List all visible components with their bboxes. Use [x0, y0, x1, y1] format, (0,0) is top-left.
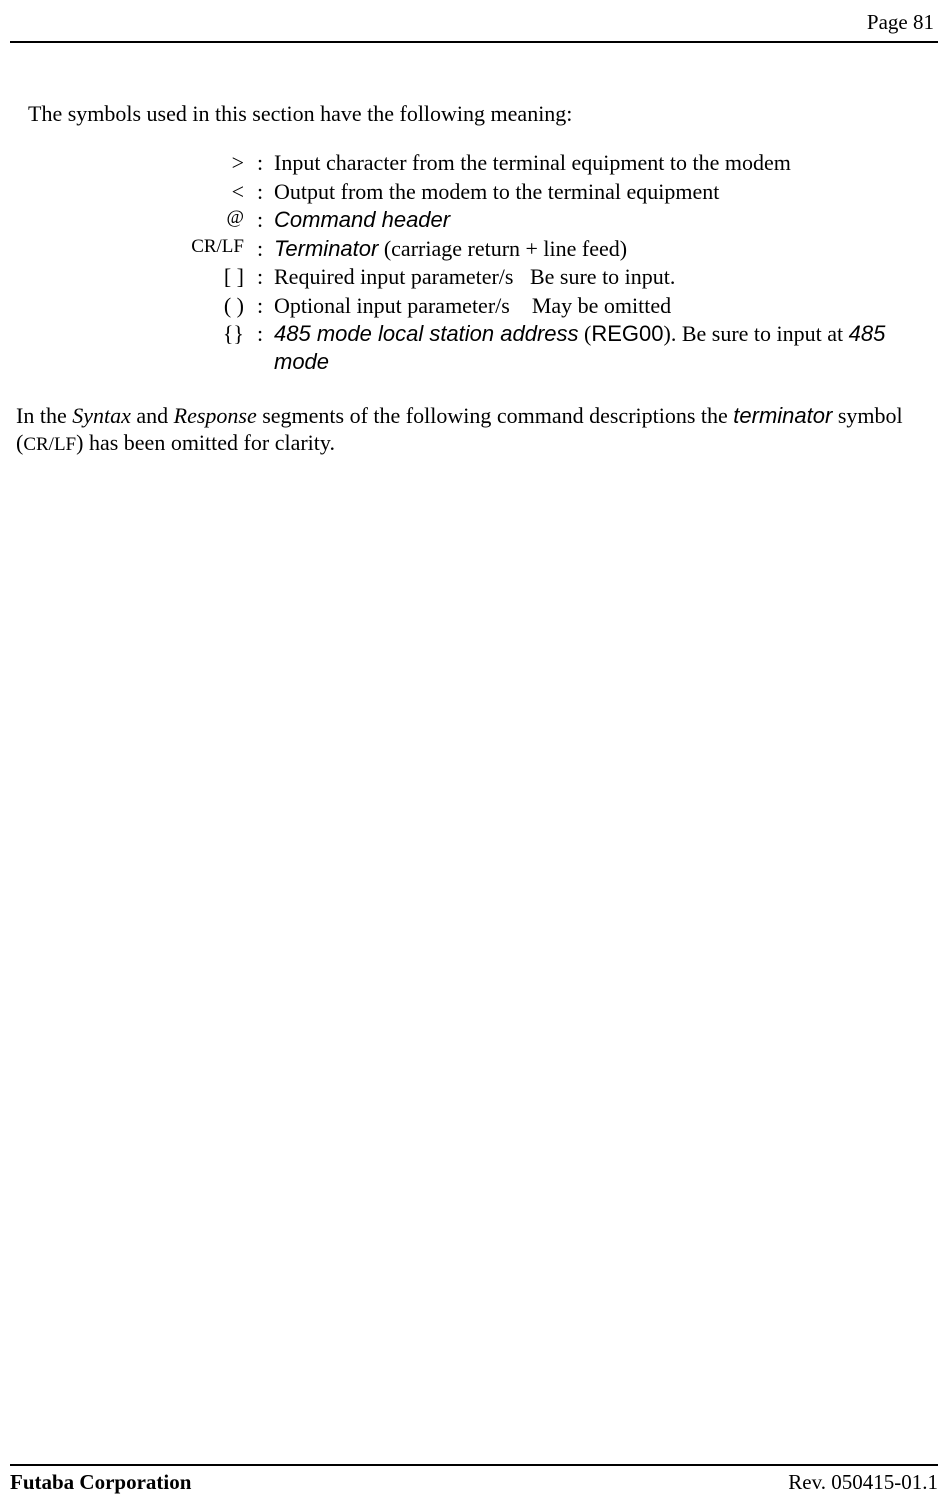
symbol-legend-table: >:Input character from the terminal equi… [180, 149, 902, 375]
description-cell: 485 mode local station address (REG00). … [274, 320, 902, 375]
separator-cell: : [246, 320, 274, 348]
footer-rule [10, 1464, 938, 1466]
symbol-row: <:Output from the modem to the terminal … [180, 178, 902, 206]
separator-cell: : [246, 149, 274, 177]
symbol-cell: ( ) [180, 292, 246, 320]
intro-text: The symbols used in this section have th… [28, 101, 938, 127]
symbol-row: @:Command header [180, 206, 902, 234]
symbol-row: ( ):Optional input parameter/s May be om… [180, 292, 902, 320]
symbol-cell: > [180, 149, 246, 177]
symbol-row: {}:485 mode local station address (REG00… [180, 320, 902, 375]
symbol-row: CR/LF:Terminator (carriage return + line… [180, 235, 902, 263]
symbol-cell: CR/LF [180, 235, 246, 259]
description-cell: Input character from the terminal equipm… [274, 149, 902, 177]
separator-cell: : [246, 292, 274, 320]
separator-cell: : [246, 206, 274, 234]
closing-paragraph: In the Syntax and Response segments of t… [16, 403, 936, 457]
symbol-cell: {} [180, 320, 246, 348]
footer-revision: Rev. 050415-01.1 [788, 1470, 938, 1495]
separator-cell: : [246, 235, 274, 263]
description-cell: Optional input parameter/s May be omitte… [274, 292, 902, 320]
description-cell: Required input parameter/s Be sure to in… [274, 263, 902, 291]
page-footer: Futaba Corporation Rev. 050415-01.1 [10, 1464, 938, 1495]
symbol-cell: @ [180, 206, 246, 230]
description-cell: Output from the modem to the terminal eq… [274, 178, 902, 206]
separator-cell: : [246, 263, 274, 291]
header-rule [10, 41, 938, 43]
symbol-cell: [ ] [180, 263, 246, 291]
page-number: Page 81 [10, 10, 938, 35]
description-cell: Terminator (carriage return + line feed) [274, 235, 902, 263]
symbol-row: [ ]:Required input parameter/s Be sure t… [180, 263, 902, 291]
separator-cell: : [246, 178, 274, 206]
footer-company: Futaba Corporation [10, 1470, 191, 1495]
description-cell: Command header [274, 206, 902, 234]
symbol-row: >:Input character from the terminal equi… [180, 149, 902, 177]
symbol-cell: < [180, 178, 246, 206]
